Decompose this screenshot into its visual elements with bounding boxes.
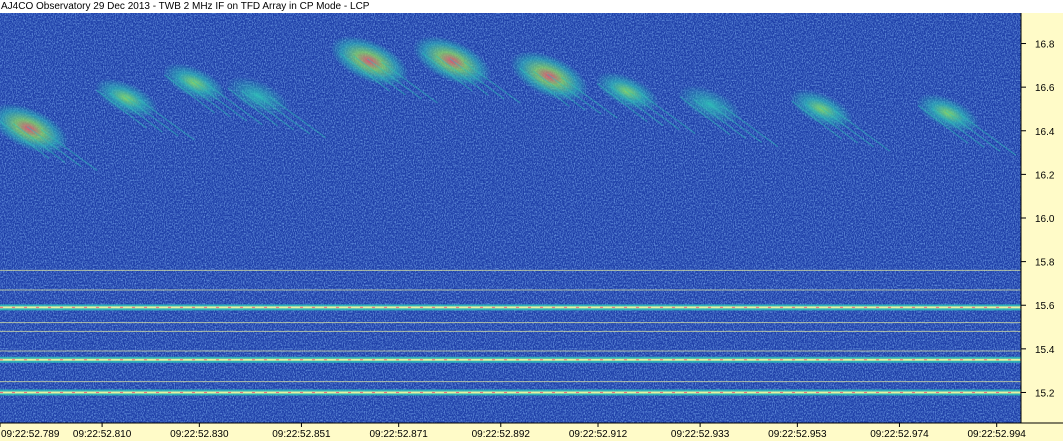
y-tick-label: 16.2: [1035, 170, 1055, 181]
y-tick-label: 16.6: [1035, 83, 1055, 94]
x-tick-label: 09:22:52.830: [170, 429, 229, 440]
x-tick-label: 09:22:52.810: [73, 429, 132, 440]
x-tick-label: 09:22:52.994: [967, 429, 1026, 440]
y-tick-label: 16.8: [1035, 40, 1055, 51]
plot-area: [0, 13, 1021, 423]
y-tick-label: 16.0: [1035, 214, 1055, 225]
x-tick-label: 09:22:52.953: [768, 429, 827, 440]
x-tick-label: 09:22:52.974: [870, 429, 929, 440]
x-tick-label: 09:22:52.851: [272, 429, 331, 440]
x-tick-label: 09:22:52.892: [472, 429, 531, 440]
x-tick-label: 09:22:52.933: [671, 429, 730, 440]
x-tick-label: 09:22:52.789: [1, 429, 60, 440]
y-tick-label: 15.4: [1035, 345, 1055, 356]
spectrogram-chart: 15.2 15.4 15.6 15.8 16.0 16.2 16.4 16.6 16.8 09:2…: [0, 13, 1063, 441]
x-tick-label: 09:22:52.871: [369, 429, 428, 440]
y-tick-label: 15.6: [1035, 301, 1055, 312]
y-tick-label: 16.4: [1035, 127, 1055, 138]
y-tick-label: 15.2: [1035, 388, 1055, 399]
x-tick-label: 09:22:52.912: [569, 429, 628, 440]
y-tick-label: 15.8: [1035, 258, 1055, 269]
